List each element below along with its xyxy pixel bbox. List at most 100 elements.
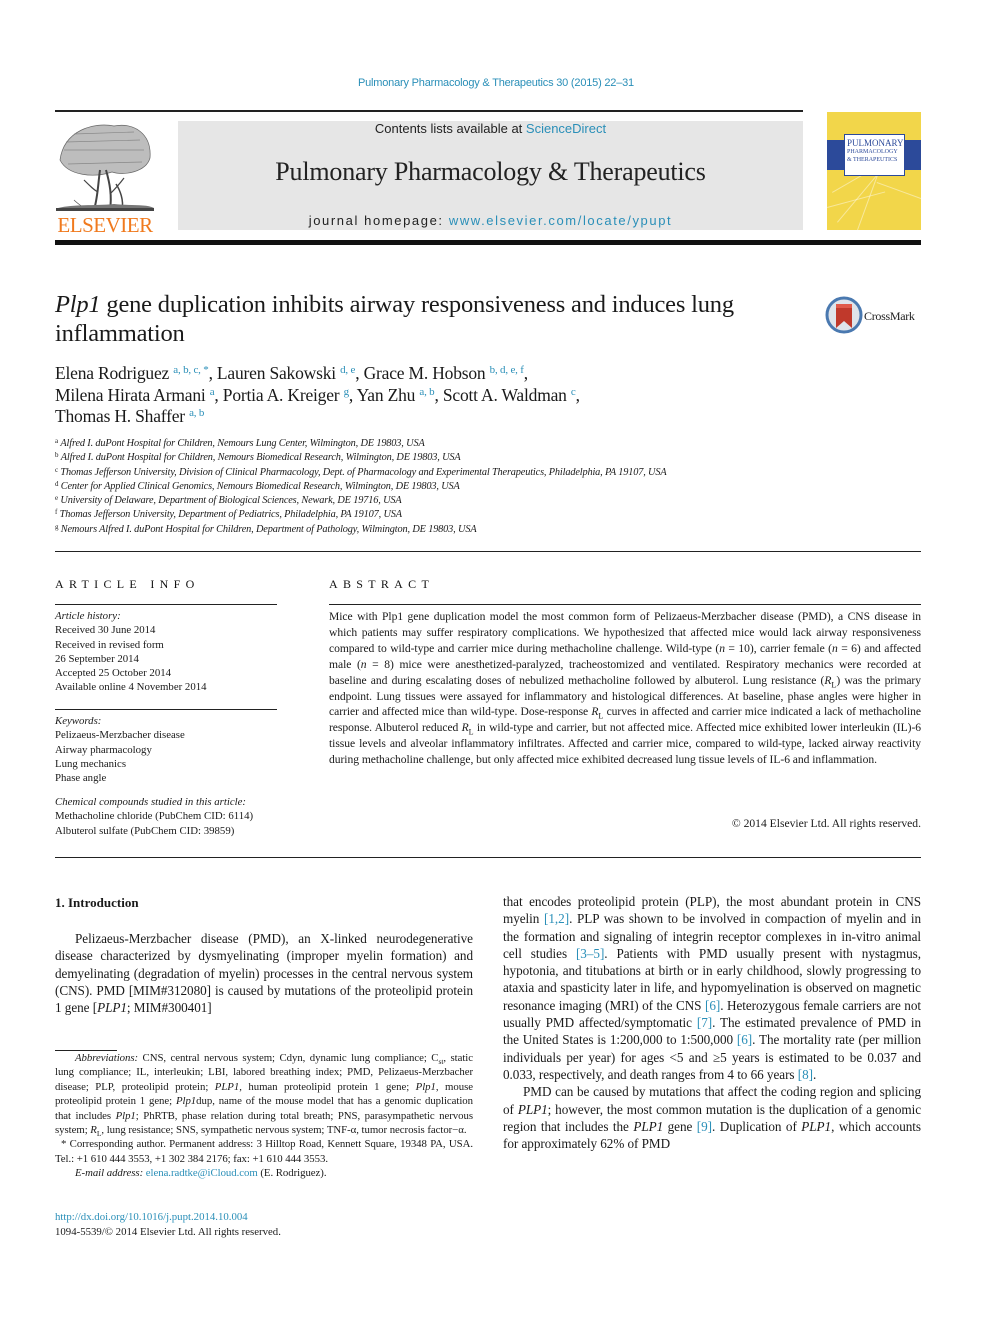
author-name[interactable]: Thomas H. Shaffer (55, 406, 185, 426)
affiliation-text: University of Delaware, Department of Bi… (60, 495, 402, 507)
citation-link[interactable]: [7] (697, 1015, 712, 1030)
italic-run: Plp1 (175, 1095, 197, 1108)
title-gene-name: Plp1 (55, 291, 101, 318)
email-label: E-mail address: (75, 1167, 144, 1180)
affiliation: b Alfred I. duPont Hospital for Children… (55, 451, 935, 465)
italic-run: PLP1 (517, 1101, 548, 1117)
citation-link[interactable]: [6] (737, 1032, 752, 1047)
crossmark-icon[interactable] (825, 296, 863, 334)
article-info-rule (55, 709, 277, 710)
body-left-column: Pelizaeus-Merzbacher disease (PMD), an X… (55, 931, 473, 1016)
journal-homepage-link[interactable]: www.elsevier.com/locate/ypupt (449, 213, 672, 228)
author-separator: , (214, 384, 223, 405)
author[interactable]: Yan Zhu a, b (357, 385, 435, 405)
author-separator: , (208, 363, 217, 383)
citation-link[interactable]: [1,2] (544, 911, 569, 926)
corresponding-author-footnote: * Corresponding author. Permanent addres… (55, 1138, 473, 1165)
author-affiliation-link[interactable]: b, d, e, f (490, 364, 524, 376)
italic-run: RL (591, 705, 604, 721)
affiliation: d Center for Applied Clinical Genomics, … (55, 480, 935, 494)
subscript: L (598, 711, 604, 721)
author-name[interactable]: Lauren Sakowski (217, 363, 336, 383)
history-item: Available online 4 November 2014 (55, 681, 207, 694)
article-info-heading: ARTICLE INFO (55, 577, 200, 591)
article-title: Plp1 gene duplication inhibits airway re… (55, 290, 815, 348)
article-history: Article history: Received 30 June 2014 R… (55, 609, 285, 695)
author[interactable]: Lauren Sakowski d, e (217, 363, 355, 383)
keywords-label: Keywords: (55, 715, 102, 727)
history-label: Article history: (55, 610, 121, 622)
sciencedirect-link[interactable]: ScienceDirect (526, 121, 606, 136)
cover-title: PULMONARY PHARMACOLOGY & THERAPEUTICS (844, 134, 905, 176)
author-name[interactable]: Yan Zhu (357, 385, 416, 405)
article-info-rule (55, 604, 277, 605)
author-separator: , (434, 384, 443, 405)
history-item: 26 September 2014 (55, 652, 139, 665)
italic-run: PLP1 (97, 1000, 127, 1016)
affiliation-key: f (55, 508, 58, 517)
keyword[interactable]: Phase angle (55, 771, 285, 785)
keyword[interactable]: Lung mechanics (55, 757, 285, 771)
homepage-line: journal homepage: www.elsevier.com/locat… (178, 213, 803, 228)
keyword[interactable]: Airway pharmacology (55, 743, 285, 757)
author-affiliation-link[interactable]: a, b (189, 407, 204, 419)
crossmark-label[interactable]: CrossMark (864, 309, 915, 324)
author[interactable]: Grace M. Hobson b, d, e, f (364, 363, 524, 383)
affiliation-list: a Alfred I. duPont Hospital for Children… (55, 437, 935, 537)
author[interactable]: Milena Hirata Armani a (55, 385, 215, 405)
email-suffix: (E. Rodriguez). (257, 1167, 327, 1180)
abstract-heading: ABSTRACT (329, 577, 435, 591)
doi-block: http://dx.doi.org/10.1016/j.pupt.2014.10… (55, 1210, 475, 1240)
citation-link[interactable]: [9] (697, 1119, 712, 1134)
citation-link[interactable]: [8] (798, 1067, 813, 1082)
author-separator: , (523, 363, 528, 383)
affiliation-text: Thomas Jefferson University, Department … (59, 509, 402, 521)
affiliation-key: e (55, 494, 58, 503)
affiliation: g Nemours Alfred I. duPont Hospital for … (55, 523, 935, 537)
body-right-column: that encodes proteolipid protein (PLP), … (503, 893, 921, 1152)
running-header[interactable]: Pulmonary Pharmacology & Therapeutics 30… (0, 77, 992, 89)
affiliation-text: Thomas Jefferson University, Division of… (60, 466, 667, 478)
author-separator: , (355, 363, 364, 383)
author-separator: , (348, 384, 357, 405)
italic-run: Plp1 (115, 1109, 136, 1122)
cover-title-line: PHARMACOLOGY (847, 149, 898, 155)
affiliation-text: Center for Applied Clinical Genomics, Ne… (60, 480, 460, 492)
author-name[interactable]: Scott A. Waldman (443, 385, 567, 405)
author-affiliation-link[interactable]: a, b, c, * (173, 364, 208, 376)
affiliation-key: a (55, 437, 58, 445)
journal-title: Pulmonary Pharmacology & Therapeutics (275, 157, 706, 186)
author-name[interactable]: Milena Hirata Armani (55, 385, 206, 405)
subscript: L (831, 679, 837, 689)
keyword[interactable]: Pelizaeus-Merzbacher disease (55, 728, 285, 742)
affiliation: e University of Delaware, Department of … (55, 494, 935, 508)
italic-run: RL (824, 673, 837, 689)
doi-link[interactable]: http://dx.doi.org/10.1016/j.pupt.2014.10… (55, 1211, 248, 1223)
history-item: Received 30 June 2014 (55, 624, 156, 637)
header-thick-rule (55, 240, 921, 245)
author-affiliation-link[interactable]: d, e (340, 364, 355, 376)
author-name[interactable]: Portia A. Kreiger (223, 385, 340, 405)
abbreviations-footnote: Abbreviations: CNS, central nervous syst… (55, 1052, 473, 1139)
affiliation-text: Alfred I. duPont Hospital for Children, … (60, 452, 461, 464)
author-affiliation-link[interactable]: a, b (419, 386, 434, 398)
email-footnote: E-mail address: elena.radtke@iCloud.com … (55, 1166, 473, 1180)
history-item: Received in revised form (55, 638, 164, 651)
journal-cover-thumbnail[interactable]: PULMONARY PHARMACOLOGY & THERAPEUTICS (827, 112, 921, 230)
affiliation: a Alfred I. duPont Hospital for Children… (55, 437, 935, 451)
author[interactable]: Elena Rodriguez a, b, c, * (55, 363, 209, 383)
affiliation-key: g (55, 522, 59, 531)
author[interactable]: Portia A. Kreiger g (223, 385, 349, 405)
author[interactable]: Thomas H. Shaffer a, b (55, 406, 204, 426)
citation-link[interactable]: [3–5] (576, 946, 604, 961)
elsevier-wordmark[interactable]: ELSEVIER (54, 213, 156, 238)
author-name[interactable]: Grace M. Hobson (364, 363, 486, 383)
chemical-compound: Methacholine chloride (PubChem CID: 6114… (55, 810, 254, 823)
affiliation: c Thomas Jefferson University, Division … (55, 466, 935, 480)
citation-link[interactable]: [6] (705, 998, 720, 1013)
author[interactable]: Scott A. Waldman c (443, 385, 576, 405)
email-link[interactable]: elena.radtke@iCloud.com (146, 1167, 258, 1179)
author-name[interactable]: Elena Rodriguez (55, 363, 169, 383)
homepage-prefix: journal homepage: (308, 213, 449, 228)
keywords: Keywords: Pelizaeus-Merzbacher disease A… (55, 714, 285, 785)
